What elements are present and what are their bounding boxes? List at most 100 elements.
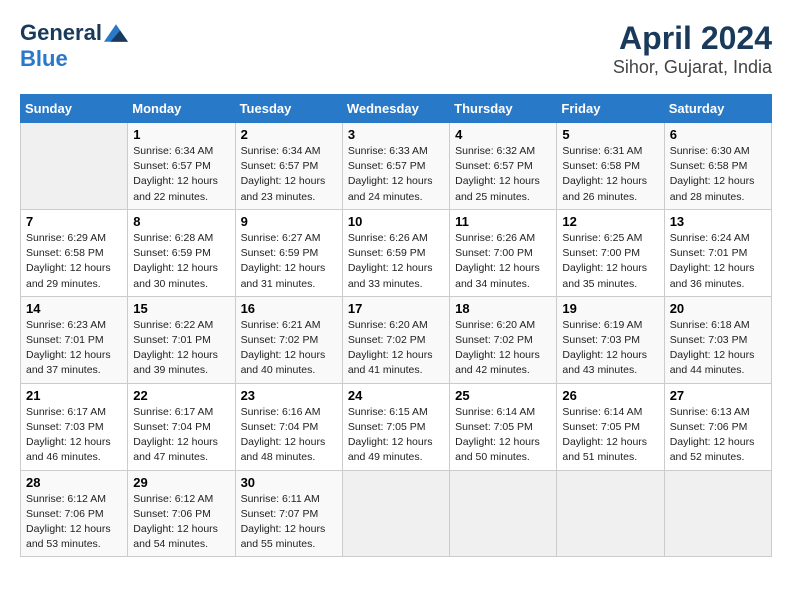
calendar-cell: 20 Sunrise: 6:18 AM Sunset: 7:03 PM Dayli… [664, 296, 771, 383]
calendar-cell: 9Sunrise: 6:27 AM Sunset: 6:59 PM Daylig… [235, 209, 342, 296]
day-info: Sunrise: 6:14 AM Sunset: 7:05 PM Dayligh… [455, 405, 551, 466]
day-info: Sunrise: 6:30 AM Sunset: 6:58 PM Dayligh… [670, 144, 766, 205]
day-info: Sunrise: 6:16 AM Sunset: 7:04 PM Dayligh… [241, 405, 337, 466]
th-tuesday: Tuesday [235, 95, 342, 123]
day-info: Sunrise: 6:12 AM Sunset: 7:06 PM Dayligh… [26, 492, 122, 553]
calendar-cell: 28 Sunrise: 6:12 AM Sunset: 7:06 PM Dayli… [21, 470, 128, 557]
calendar-cell [342, 470, 449, 557]
day-info: Sunrise: 6:28 AM Sunset: 6:59 PM Dayligh… [133, 231, 229, 292]
day-number: 29 [133, 475, 229, 490]
calendar-body: 1 Sunrise: 6:34 AM Sunset: 6:57 PM Daylig… [21, 123, 772, 557]
day-info: Sunrise: 6:29 AM Sunset: 6:58 PM Dayligh… [26, 231, 122, 292]
day-info: Sunrise: 6:13 AM Sunset: 7:06 PM Dayligh… [670, 405, 766, 466]
day-number: 2 [241, 127, 337, 142]
day-number: 26 [562, 388, 658, 403]
calendar-cell: 12 Sunrise: 6:25 AM Sunset: 7:00 PM Dayli… [557, 209, 664, 296]
title-block: April 2024 Sihor, Gujarat, India [613, 20, 772, 78]
logo-blue-text: Blue [20, 46, 68, 72]
day-number: 25 [455, 388, 551, 403]
day-info: Sunrise: 6:34 AM Sunset: 6:57 PM Dayligh… [133, 144, 229, 205]
calendar-cell: 27 Sunrise: 6:13 AM Sunset: 7:06 PM Dayli… [664, 383, 771, 470]
th-monday: Monday [128, 95, 235, 123]
day-number: 15 [133, 301, 229, 316]
day-info: Sunrise: 6:25 AM Sunset: 7:00 PM Dayligh… [562, 231, 658, 292]
day-number: 22 [133, 388, 229, 403]
day-info: Sunrise: 6:17 AM Sunset: 7:03 PM Dayligh… [26, 405, 122, 466]
day-info: Sunrise: 6:11 AM Sunset: 7:07 PM Dayligh… [241, 492, 337, 553]
th-friday: Friday [557, 95, 664, 123]
calendar-cell [450, 470, 557, 557]
th-wednesday: Wednesday [342, 95, 449, 123]
th-sunday: Sunday [21, 95, 128, 123]
calendar-cell: 13Sunrise: 6:24 AM Sunset: 7:01 PM Dayli… [664, 209, 771, 296]
day-info: Sunrise: 6:14 AM Sunset: 7:05 PM Dayligh… [562, 405, 658, 466]
calendar-table: Sunday Monday Tuesday Wednesday Thursday… [20, 94, 772, 557]
calendar-cell: 1 Sunrise: 6:34 AM Sunset: 6:57 PM Daylig… [128, 123, 235, 210]
calendar-week-5: 28 Sunrise: 6:12 AM Sunset: 7:06 PM Dayli… [21, 470, 772, 557]
day-number: 11 [455, 214, 551, 229]
day-number: 19 [562, 301, 658, 316]
day-number: 10 [348, 214, 444, 229]
page-header: General Blue April 2024 Sihor, Gujarat, … [20, 20, 772, 78]
calendar-cell: 17 Sunrise: 6:20 AM Sunset: 7:02 PM Dayli… [342, 296, 449, 383]
calendar-cell: 3Sunrise: 6:33 AM Sunset: 6:57 PM Daylig… [342, 123, 449, 210]
day-number: 6 [670, 127, 766, 142]
day-info: Sunrise: 6:19 AM Sunset: 7:03 PM Dayligh… [562, 318, 658, 379]
page-subtitle: Sihor, Gujarat, India [613, 57, 772, 78]
calendar-cell [21, 123, 128, 210]
calendar-cell: 26 Sunrise: 6:14 AM Sunset: 7:05 PM Dayli… [557, 383, 664, 470]
day-number: 14 [26, 301, 122, 316]
calendar-week-3: 14 Sunrise: 6:23 AM Sunset: 7:01 PM Dayli… [21, 296, 772, 383]
day-info: Sunrise: 6:20 AM Sunset: 7:02 PM Dayligh… [455, 318, 551, 379]
day-number: 12 [562, 214, 658, 229]
calendar-week-4: 21Sunrise: 6:17 AM Sunset: 7:03 PM Dayli… [21, 383, 772, 470]
calendar-cell [557, 470, 664, 557]
calendar-cell: 15 Sunrise: 6:22 AM Sunset: 7:01 PM Dayli… [128, 296, 235, 383]
day-number: 16 [241, 301, 337, 316]
calendar-cell: 23 Sunrise: 6:16 AM Sunset: 7:04 PM Dayli… [235, 383, 342, 470]
calendar-cell: 10Sunrise: 6:26 AM Sunset: 6:59 PM Dayli… [342, 209, 449, 296]
day-info: Sunrise: 6:31 AM Sunset: 6:58 PM Dayligh… [562, 144, 658, 205]
day-info: Sunrise: 6:32 AM Sunset: 6:57 PM Dayligh… [455, 144, 551, 205]
day-number: 4 [455, 127, 551, 142]
calendar-cell: 25 Sunrise: 6:14 AM Sunset: 7:05 PM Dayli… [450, 383, 557, 470]
day-info: Sunrise: 6:17 AM Sunset: 7:04 PM Dayligh… [133, 405, 229, 466]
calendar-cell: 8Sunrise: 6:28 AM Sunset: 6:59 PM Daylig… [128, 209, 235, 296]
logo: General Blue [20, 20, 128, 72]
calendar-cell: 16 Sunrise: 6:21 AM Sunset: 7:02 PM Dayli… [235, 296, 342, 383]
day-info: Sunrise: 6:15 AM Sunset: 7:05 PM Dayligh… [348, 405, 444, 466]
calendar-cell: 6 Sunrise: 6:30 AM Sunset: 6:58 PM Daylig… [664, 123, 771, 210]
day-info: Sunrise: 6:23 AM Sunset: 7:01 PM Dayligh… [26, 318, 122, 379]
calendar-cell [664, 470, 771, 557]
calendar-cell: 29 Sunrise: 6:12 AM Sunset: 7:06 PM Dayli… [128, 470, 235, 557]
calendar-week-2: 7Sunrise: 6:29 AM Sunset: 6:58 PM Daylig… [21, 209, 772, 296]
day-number: 24 [348, 388, 444, 403]
day-number: 1 [133, 127, 229, 142]
calendar-cell: 14 Sunrise: 6:23 AM Sunset: 7:01 PM Dayli… [21, 296, 128, 383]
day-number: 28 [26, 475, 122, 490]
calendar-cell: 5Sunrise: 6:31 AM Sunset: 6:58 PM Daylig… [557, 123, 664, 210]
day-number: 17 [348, 301, 444, 316]
day-number: 18 [455, 301, 551, 316]
calendar-header: Sunday Monday Tuesday Wednesday Thursday… [21, 95, 772, 123]
calendar-cell: 2 Sunrise: 6:34 AM Sunset: 6:57 PM Daylig… [235, 123, 342, 210]
day-info: Sunrise: 6:18 AM Sunset: 7:03 PM Dayligh… [670, 318, 766, 379]
calendar-cell: 24 Sunrise: 6:15 AM Sunset: 7:05 PM Dayli… [342, 383, 449, 470]
day-info: Sunrise: 6:12 AM Sunset: 7:06 PM Dayligh… [133, 492, 229, 553]
calendar-cell: 11Sunrise: 6:26 AM Sunset: 7:00 PM Dayli… [450, 209, 557, 296]
calendar-cell: 18 Sunrise: 6:20 AM Sunset: 7:02 PM Dayli… [450, 296, 557, 383]
calendar-cell: 19 Sunrise: 6:19 AM Sunset: 7:03 PM Dayli… [557, 296, 664, 383]
day-info: Sunrise: 6:24 AM Sunset: 7:01 PM Dayligh… [670, 231, 766, 292]
day-info: Sunrise: 6:22 AM Sunset: 7:01 PM Dayligh… [133, 318, 229, 379]
day-number: 23 [241, 388, 337, 403]
calendar-cell: 4 Sunrise: 6:32 AM Sunset: 6:57 PM Daylig… [450, 123, 557, 210]
day-info: Sunrise: 6:33 AM Sunset: 6:57 PM Dayligh… [348, 144, 444, 205]
day-number: 27 [670, 388, 766, 403]
calendar-cell: 21Sunrise: 6:17 AM Sunset: 7:03 PM Dayli… [21, 383, 128, 470]
calendar-week-1: 1 Sunrise: 6:34 AM Sunset: 6:57 PM Daylig… [21, 123, 772, 210]
day-info: Sunrise: 6:34 AM Sunset: 6:57 PM Dayligh… [241, 144, 337, 205]
day-info: Sunrise: 6:21 AM Sunset: 7:02 PM Dayligh… [241, 318, 337, 379]
calendar-cell: 22 Sunrise: 6:17 AM Sunset: 7:04 PM Dayli… [128, 383, 235, 470]
day-number: 20 [670, 301, 766, 316]
day-info: Sunrise: 6:20 AM Sunset: 7:02 PM Dayligh… [348, 318, 444, 379]
